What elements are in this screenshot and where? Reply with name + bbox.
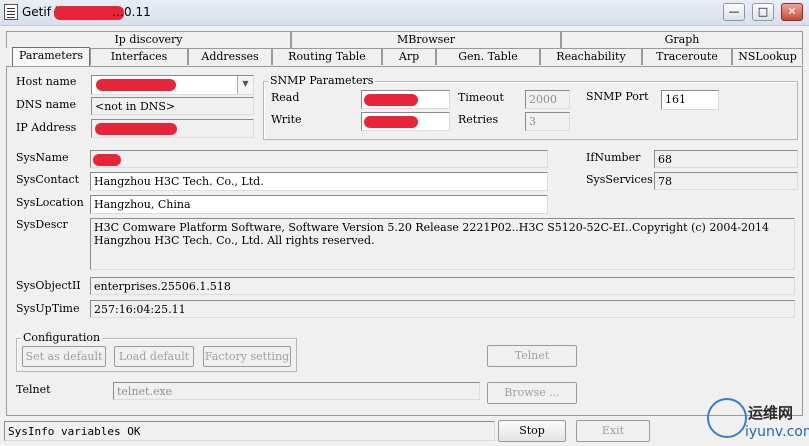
read-community-input[interactable] [361, 90, 450, 109]
dns-name-label: DNS name [16, 98, 77, 111]
sysname-field [90, 150, 548, 168]
telnet-label: Telnet [16, 383, 51, 396]
configuration-title: Configuration [21, 331, 103, 344]
ifnumber-label: IfNumber [586, 151, 641, 164]
maximize-button[interactable]: □ [752, 3, 774, 21]
chevron-down-icon[interactable]: ▼ [237, 76, 253, 94]
tab-arp[interactable]: Arp [382, 48, 436, 65]
set-as-default-button[interactable]: Set as default [22, 346, 106, 367]
tab-mbrowser[interactable]: MBrowser [291, 31, 561, 48]
factory-setting-button[interactable]: Factory setting [203, 346, 291, 367]
sysname-label: SysName [16, 151, 69, 164]
tab-addresses[interactable]: Addresses [188, 48, 272, 65]
sysuptime-label: SysUpTime [16, 302, 80, 315]
load-default-button[interactable]: Load default [114, 346, 194, 367]
retries-input[interactable]: 3 [525, 112, 570, 131]
sysobjectid-field: enterprises.25506.1.518 [90, 277, 795, 295]
window-title-tail: …0.11 [112, 5, 151, 19]
timeout-label: Timeout [458, 91, 504, 104]
host-name-combobox[interactable]: ▼ [91, 75, 254, 95]
ip-address-label: IP Address [16, 121, 77, 134]
tab-gen-table[interactable]: Gen. Table [436, 48, 540, 65]
sysdescr-label: SysDescr [16, 218, 68, 231]
tab-reachability[interactable]: Reachability [540, 48, 642, 65]
title-bar: Getif [ …0.11 — □ ✕ [0, 0, 809, 26]
sysdescr-field: H3C Comware Platform Software, Software … [90, 218, 795, 270]
tab-parameters[interactable]: Parameters [12, 47, 90, 66]
tab-graph[interactable]: Graph [561, 31, 803, 48]
tab-traceroute[interactable]: Traceroute [642, 48, 732, 65]
telnet-button[interactable]: Telnet [487, 345, 577, 367]
dns-name-field: <not in DNS> [91, 97, 254, 115]
minimize-button[interactable]: — [723, 3, 745, 21]
read-community-label: Read [271, 91, 300, 104]
snmp-port-label: SNMP Port [586, 90, 649, 103]
redacted-read-value [364, 94, 418, 106]
watermark-cn-text: 运维网 [748, 404, 794, 422]
sysuptime-field: 257:16:04:25.11 [90, 300, 795, 318]
tab-routing-table[interactable]: Routing Table [272, 48, 382, 65]
ip-address-field [91, 119, 254, 138]
redacted-ip-value [95, 123, 177, 135]
exit-button[interactable]: Exit [576, 420, 650, 442]
tab-ip-discovery[interactable]: Ip discovery [6, 31, 291, 48]
stop-button[interactable]: Stop [498, 420, 566, 442]
host-name-label: Host name [16, 75, 77, 88]
close-button[interactable]: ✕ [781, 3, 803, 21]
app-icon [4, 4, 18, 20]
snmp-parameters-title: SNMP Parameters [268, 74, 376, 87]
watermark-logo-icon [707, 398, 747, 438]
sysservices-label: SysServices [586, 173, 653, 186]
syslocation-field[interactable]: Hangzhou, China [90, 195, 548, 214]
status-bar: SysInfo variables OK [4, 421, 495, 441]
timeout-input[interactable]: 2000 [525, 90, 570, 109]
watermark-url-text: iyunv.com [745, 424, 809, 440]
sysservices-field: 78 [654, 172, 798, 190]
write-community-label: Write [271, 113, 302, 126]
redacted-write-value [364, 116, 418, 128]
tab-nslookup[interactable]: NSLookup [732, 48, 803, 65]
sysdescr-line-2: Hangzhou H3C Tech. Co., Ltd. All rights … [94, 234, 375, 247]
retries-label: Retries [458, 113, 499, 126]
sysdescr-line-1: H3C Comware Platform Software, Software … [94, 221, 770, 234]
browse-button[interactable]: Browse ... [487, 382, 577, 404]
syscontact-field[interactable]: Hangzhou H3C Tech. Co., Ltd. [90, 172, 548, 191]
telnet-path-field[interactable]: telnet.exe [113, 382, 480, 400]
syslocation-label: SysLocation [16, 196, 84, 209]
snmp-port-input[interactable]: 161 [661, 90, 719, 110]
syscontact-label: SysContact [16, 173, 80, 186]
sysobjectid-label: SysObjectII [16, 279, 81, 292]
tab-interfaces[interactable]: Interfaces [90, 48, 188, 65]
ifnumber-field: 68 [654, 150, 798, 168]
write-community-input[interactable] [361, 112, 450, 131]
redacted-sysname [93, 154, 121, 166]
redacted-host-value [96, 79, 176, 91]
